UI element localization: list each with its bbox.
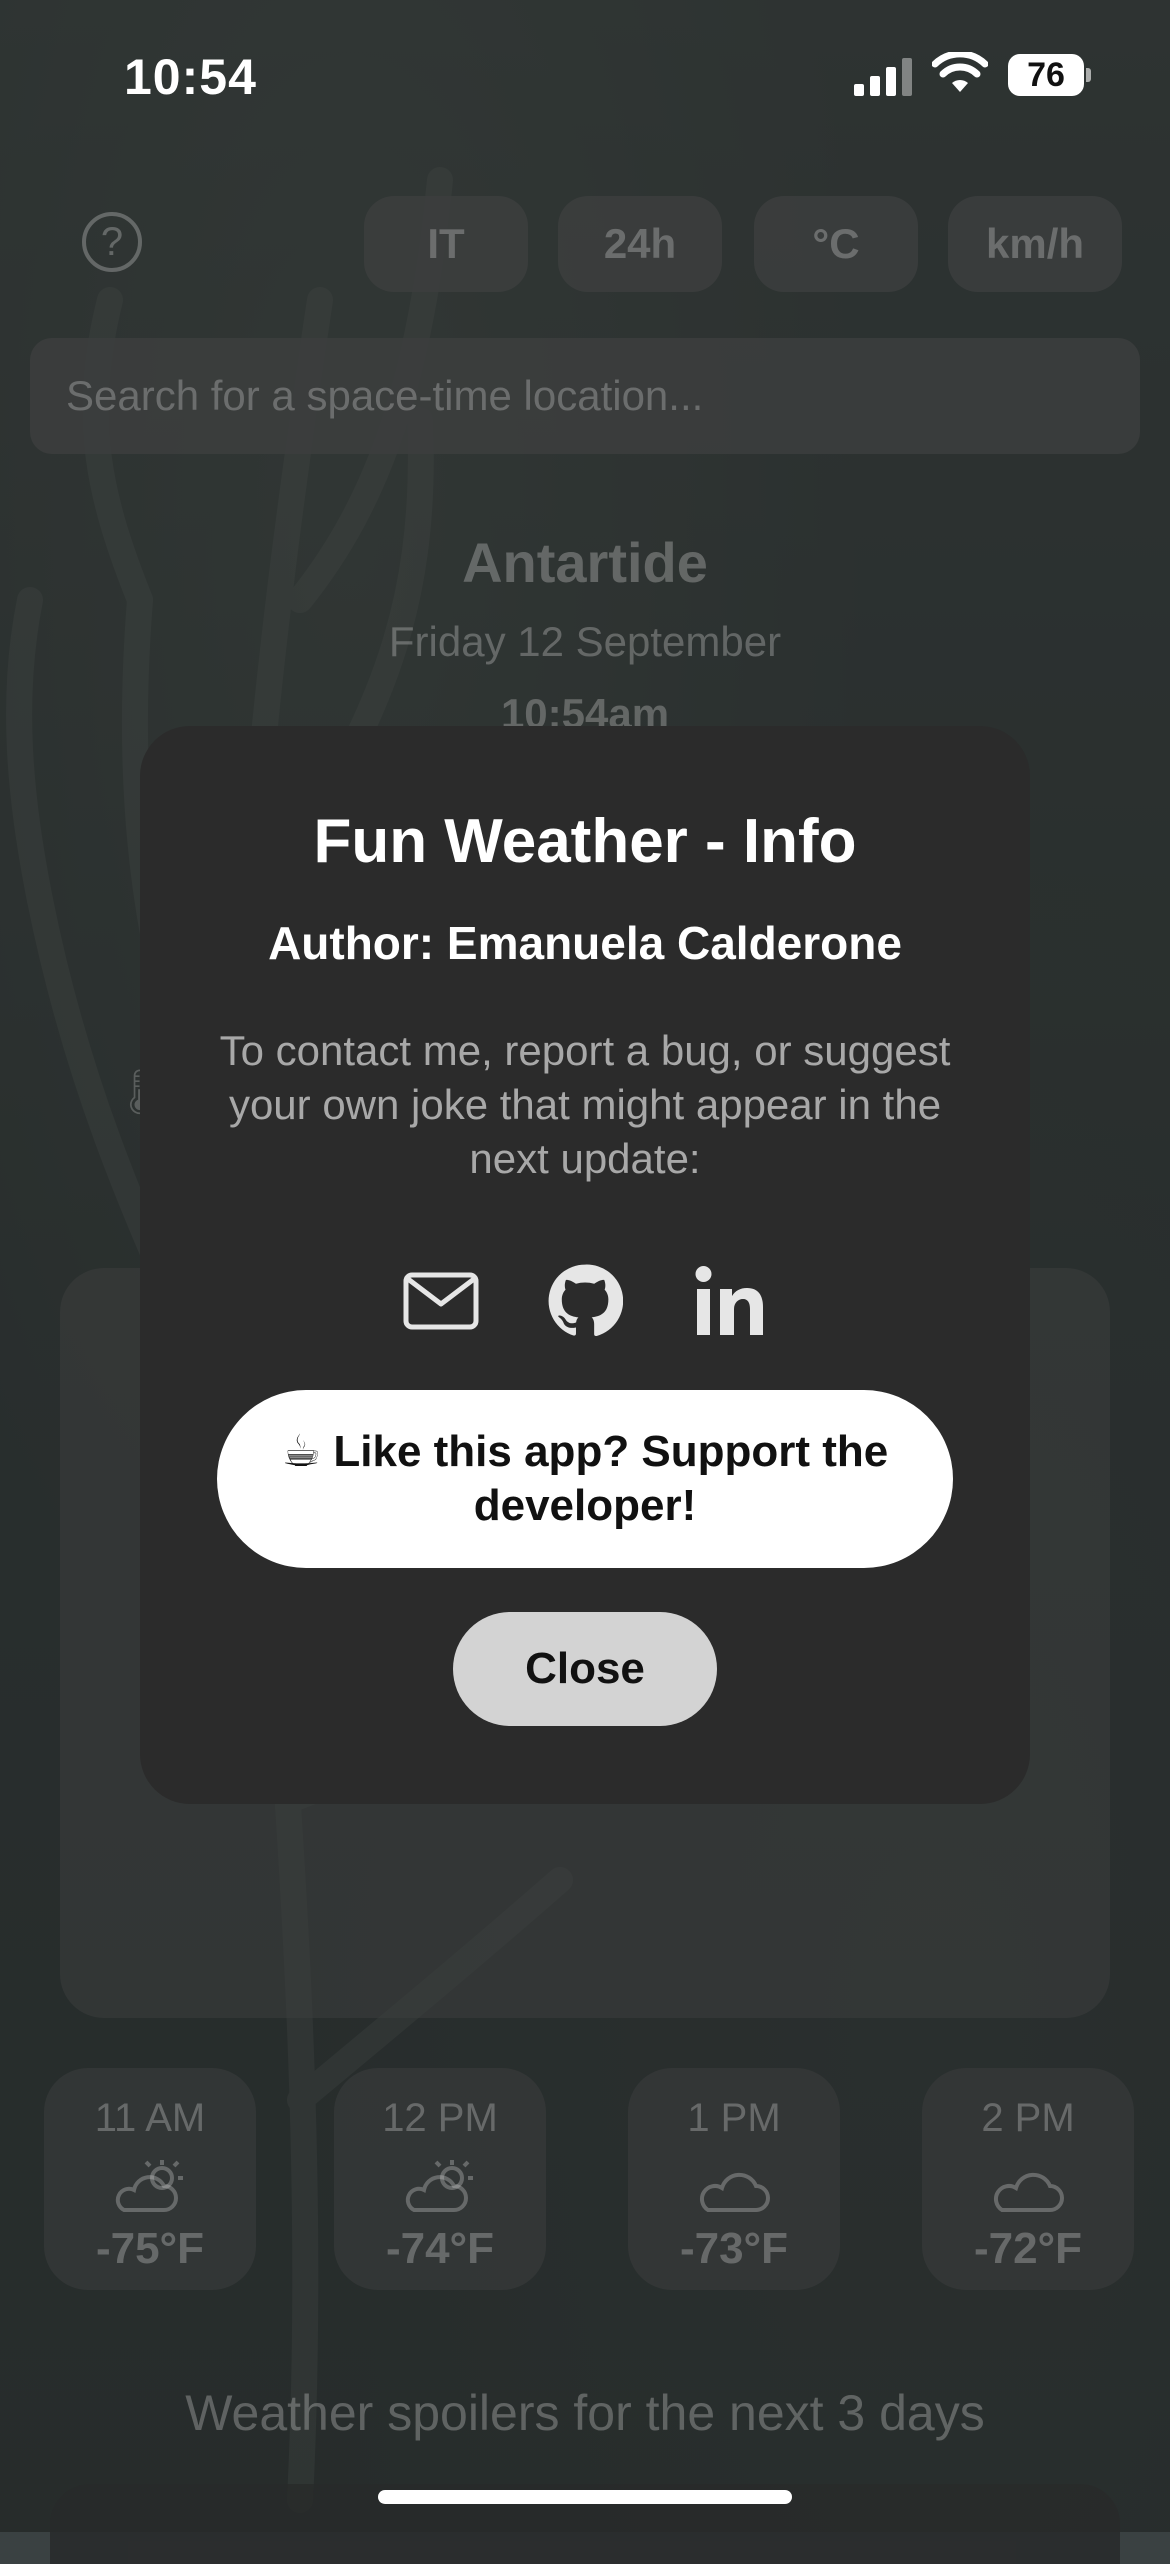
support-developer-button[interactable]: ☕ Like this app? Support the developer! (217, 1390, 953, 1568)
info-modal: Fun Weather - Info Author: Emanuela Cald… (140, 726, 1030, 1804)
hourly-card: 1 PM -73°F (628, 2068, 840, 2290)
hour-label: 12 PM (382, 2096, 498, 2140)
status-time: 10:54 (124, 49, 257, 105)
modal-title: Fun Weather - Info (313, 807, 857, 876)
cloud-icon (700, 2172, 770, 2212)
hourly-card: 11 AM -75°F (44, 2068, 256, 2290)
modal-author: Author: Emanuela Calderone (268, 917, 902, 969)
wifi-icon (932, 52, 988, 92)
github-icon[interactable] (540, 1256, 630, 1346)
cellular-signal-icon (854, 58, 912, 96)
hour-label: 1 PM (687, 2096, 781, 2140)
partly-sunny-icon (115, 2160, 183, 2212)
language-toggle[interactable]: IT (364, 196, 528, 292)
hour-label: 2 PM (981, 2096, 1075, 2140)
spoilers-heading: Weather spoilers for the next 3 days (185, 2385, 985, 2441)
hour-label: 11 AM (94, 2096, 206, 2140)
hourly-card: 12 PM -74°F (334, 2068, 546, 2290)
contact-icons (140, 1256, 1030, 1346)
hour-temp: -72°F (973, 2224, 1083, 2273)
home-indicator[interactable] (378, 2490, 792, 2504)
partly-sunny-icon (405, 2160, 473, 2212)
close-button[interactable]: Close (453, 1612, 717, 1726)
time-format-toggle[interactable]: 24h (558, 196, 722, 292)
cloud-icon (994, 2172, 1064, 2212)
temperature-unit-toggle[interactable]: °C (754, 196, 918, 292)
status-bar: 10:54 76 (0, 0, 1170, 150)
hourly-card: 2 PM -72°F (922, 2068, 1134, 2290)
location-name: Antartide (462, 531, 708, 594)
hour-temp: -74°F (385, 2224, 495, 2273)
help-icon[interactable]: ? (82, 212, 142, 272)
speed-unit-toggle[interactable]: km/h (948, 196, 1122, 292)
location-date: Friday 12 September (388, 618, 782, 665)
hour-temp: -75°F (95, 2224, 205, 2273)
mail-icon[interactable] (396, 1256, 486, 1346)
battery-level: 76 (1027, 56, 1065, 94)
search-input[interactable]: Search for a space-time location... (30, 338, 1140, 454)
linkedin-icon[interactable] (686, 1256, 776, 1346)
hour-temp: -73°F (679, 2224, 789, 2273)
battery-icon: 76 (1008, 54, 1091, 98)
modal-description: To contact me, report a bug, or suggest … (219, 1027, 951, 1182)
